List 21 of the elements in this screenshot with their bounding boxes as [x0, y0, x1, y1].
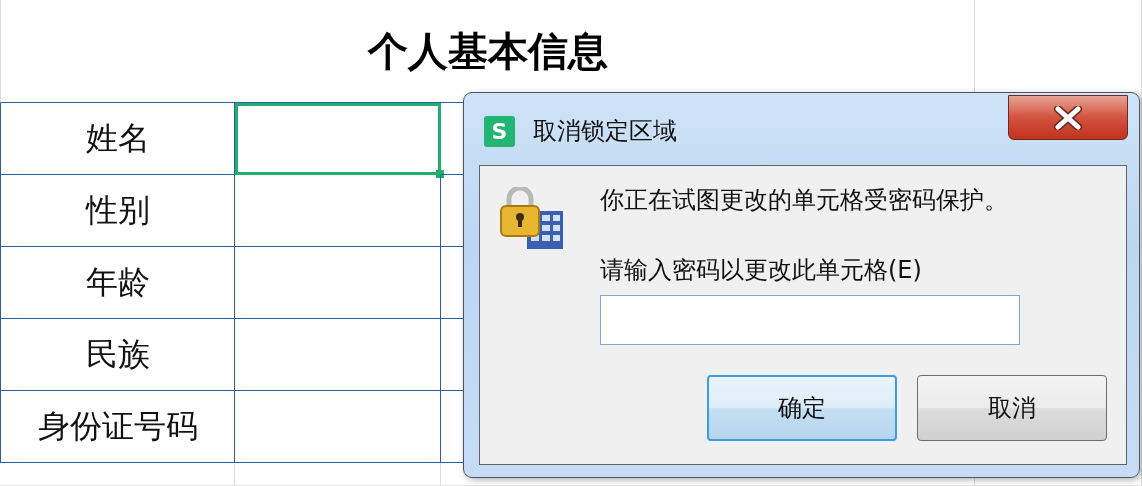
- table-cell: 民族: [0, 319, 235, 391]
- table-cell[interactable]: [235, 391, 441, 463]
- dialog-message: 你正在试图更改的单元格受密码保护。: [600, 185, 1009, 216]
- table-cell[interactable]: [235, 247, 441, 319]
- ok-button[interactable]: 确定: [707, 375, 897, 441]
- password-label: 请输入密码以更改此单元格(E): [600, 255, 923, 286]
- table-cell: 性别: [0, 175, 235, 247]
- table-cell: 身份证号码: [0, 391, 235, 463]
- close-button[interactable]: [1008, 95, 1128, 140]
- table-cell[interactable]: [235, 319, 441, 391]
- lock-icon: [497, 187, 565, 251]
- table-cell[interactable]: [235, 103, 441, 175]
- table-cell[interactable]: [235, 175, 441, 247]
- table-cell: 姓名: [0, 103, 235, 175]
- close-icon: [1053, 105, 1083, 130]
- password-field[interactable]: [600, 295, 1020, 345]
- cancel-button[interactable]: 取消: [917, 375, 1107, 441]
- fill-handle[interactable]: [436, 170, 444, 178]
- table-cell: 年龄: [0, 247, 235, 319]
- app-icon: S: [484, 115, 515, 147]
- dialog-title: 取消锁定区域: [533, 116, 677, 147]
